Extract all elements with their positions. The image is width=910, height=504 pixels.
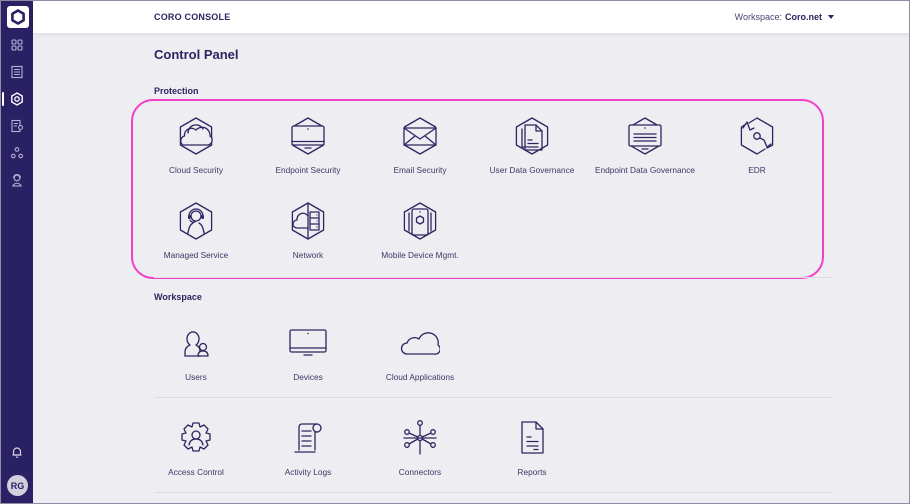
tile-endpoint-security[interactable]: Endpoint Security xyxy=(252,116,364,186)
app-window: RG CORO CONSOLE Workspace: Coro.net Cont… xyxy=(0,0,910,504)
tile-reports[interactable]: Reports xyxy=(476,418,588,488)
tile-devices[interactable]: Devices xyxy=(252,323,364,393)
document-hexagon-icon xyxy=(512,116,552,156)
user-avatar[interactable]: RG xyxy=(7,475,28,496)
workspace-selector[interactable]: Workspace: Coro.net xyxy=(735,12,834,22)
caret-down-icon xyxy=(828,15,834,19)
laptop-hexagon-icon xyxy=(288,116,328,156)
list-icon xyxy=(11,65,23,79)
sidebar-item-control-panel[interactable] xyxy=(1,89,33,109)
tile-label: Cloud Security xyxy=(169,165,223,175)
tile-label: Mobile Device Mgmt. xyxy=(381,250,459,260)
tile-endpoint-data-governance[interactable]: Endpoint Data Governance xyxy=(589,116,701,186)
connectors-hub-icon xyxy=(400,418,440,458)
coro-logo[interactable] xyxy=(7,6,29,28)
tile-label: Endpoint Data Governance xyxy=(594,165,696,175)
page-title: Control Panel xyxy=(154,47,239,62)
section-divider xyxy=(154,397,833,398)
tile-access-control[interactable]: Access Control xyxy=(140,418,252,488)
section-title-protection: Protection xyxy=(154,86,199,96)
envelope-hexagon-icon xyxy=(400,116,440,156)
tile-label: Devices xyxy=(293,372,323,382)
agent-icon xyxy=(12,174,22,187)
tile-mobile-device-mgmt[interactable]: Mobile Device Mgmt. xyxy=(364,201,476,271)
section-divider xyxy=(154,277,833,278)
workspace-label: Workspace: xyxy=(734,12,782,22)
tile-label: Email Security xyxy=(393,165,447,175)
scroll-log-icon xyxy=(288,418,328,458)
tile-label: Reports xyxy=(517,467,547,477)
sidebar: RG xyxy=(1,1,33,503)
monitor-icon xyxy=(288,323,328,363)
tile-cloud-applications[interactable]: Cloud Applications xyxy=(364,323,476,393)
tile-email-security[interactable]: Email Security xyxy=(364,116,476,186)
tile-activity-logs[interactable]: Activity Logs xyxy=(252,418,364,488)
notifications-button[interactable] xyxy=(1,442,33,462)
sidebar-item-tickets[interactable] xyxy=(1,62,33,82)
hexagon-logo-icon xyxy=(11,9,25,25)
bell-icon xyxy=(12,447,22,458)
cloud-server-hexagon-icon xyxy=(288,201,328,241)
sidebar-item-reports[interactable] xyxy=(1,116,33,136)
edr-hexagon-icon xyxy=(737,116,777,156)
user-gear-icon xyxy=(176,418,216,458)
tile-connectors[interactable]: Connectors xyxy=(364,418,476,488)
monitor-data-hexagon-icon xyxy=(625,116,665,156)
tile-user-data-governance[interactable]: User Data Governance xyxy=(476,116,588,186)
cloud-hexagon-icon xyxy=(176,116,216,156)
tile-managed-service[interactable]: Managed Service xyxy=(140,201,252,271)
app-title: CORO CONSOLE xyxy=(154,12,231,22)
tile-label: Endpoint Security xyxy=(275,165,341,175)
tile-users[interactable]: Users xyxy=(140,323,252,393)
top-header: CORO CONSOLE Workspace: Coro.net xyxy=(33,1,909,33)
nodes-icon xyxy=(10,147,24,159)
tile-network[interactable]: Network xyxy=(252,201,364,271)
tile-cloud-security[interactable]: Cloud Security xyxy=(140,116,252,186)
grid-icon xyxy=(11,39,23,51)
sidebar-item-managed-service[interactable] xyxy=(1,170,33,190)
section-title-workspace: Workspace xyxy=(154,292,202,302)
hexagon-gear-icon xyxy=(11,92,23,106)
tile-edr[interactable]: EDR xyxy=(701,116,813,186)
tile-label: Cloud Applications xyxy=(385,372,455,382)
tile-label: User Data Governance xyxy=(489,165,575,175)
document-gear-icon xyxy=(11,119,24,133)
mobile-hexagon-icon xyxy=(400,201,440,241)
tile-label: Network xyxy=(292,250,324,260)
workspace-value: Coro.net xyxy=(785,12,822,22)
section-divider xyxy=(154,492,833,493)
report-document-icon xyxy=(512,418,552,458)
tile-label: Activity Logs xyxy=(284,467,332,477)
users-icon xyxy=(176,323,216,363)
tile-label: Access Control xyxy=(168,467,224,477)
tile-label: Managed Service xyxy=(163,250,229,260)
tile-label: EDR xyxy=(748,165,766,175)
tile-label: Users xyxy=(185,372,207,382)
sidebar-item-network[interactable] xyxy=(1,143,33,163)
headset-agent-hexagon-icon xyxy=(176,201,216,241)
sidebar-item-dashboard[interactable] xyxy=(1,35,33,55)
tile-label: Connectors xyxy=(398,467,442,477)
cloud-icon xyxy=(400,323,440,363)
